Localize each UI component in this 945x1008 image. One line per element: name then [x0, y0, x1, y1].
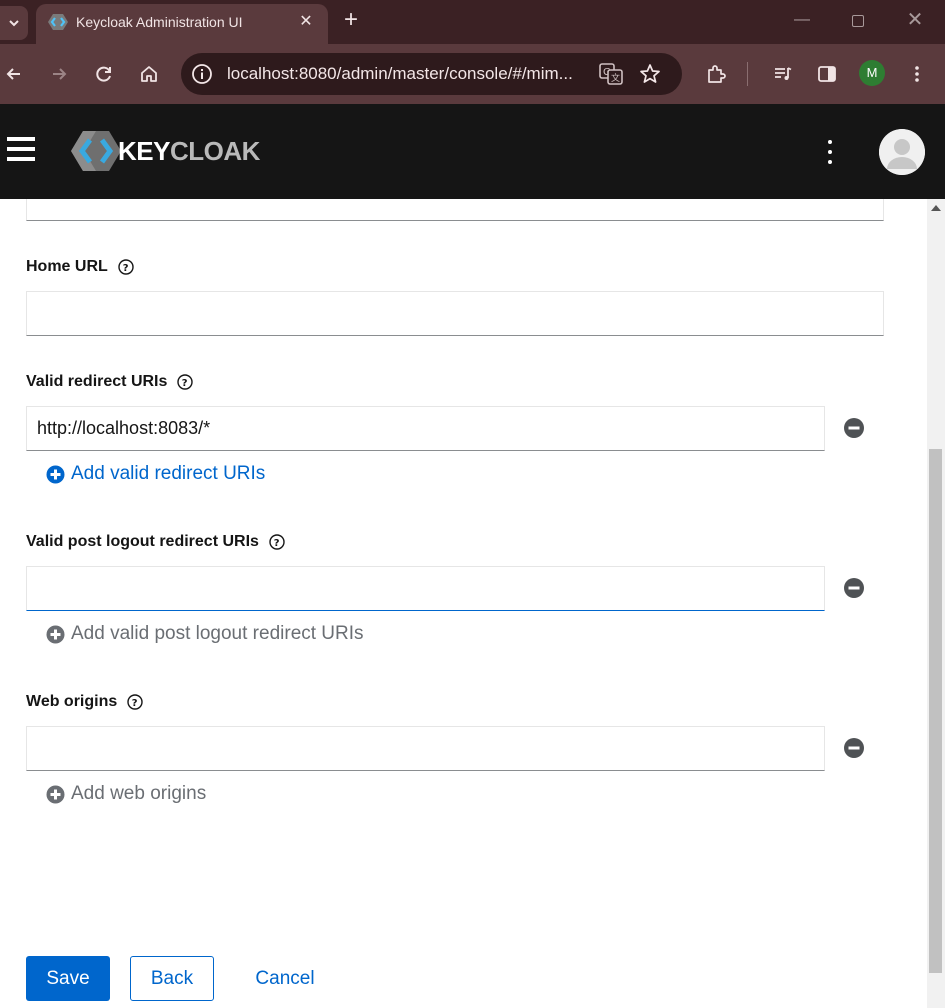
- extensions-button[interactable]: [702, 60, 730, 88]
- svg-text:?: ?: [123, 263, 129, 274]
- arrow-right-icon: [53, 68, 67, 80]
- svg-text:?: ?: [274, 538, 280, 549]
- new-tab-button[interactable]: +: [338, 8, 364, 34]
- browser-menu-button[interactable]: [903, 60, 931, 88]
- svg-text:?: ?: [182, 378, 188, 389]
- plus-circle-icon: [46, 785, 65, 803]
- previous-field-input[interactable]: [26, 199, 884, 221]
- keycloak-favicon-icon: [48, 14, 68, 30]
- svg-text:?: ?: [132, 698, 138, 709]
- arrow-left-icon: [6, 68, 20, 80]
- tab-search-button[interactable]: [0, 6, 28, 40]
- queue-music-icon: [775, 67, 792, 80]
- profile-avatar[interactable]: M: [859, 60, 885, 86]
- tab-close-icon[interactable]: ✕: [296, 12, 316, 32]
- forward-nav-button[interactable]: [45, 60, 73, 88]
- web-origin-input[interactable]: [26, 726, 825, 771]
- browser-toolbar: localhost:8080/admin/master/console/#/mi…: [0, 44, 945, 104]
- reload-button[interactable]: [90, 60, 118, 88]
- add-valid-redirect-uri-button[interactable]: Add valid redirect URIs: [46, 463, 265, 485]
- maximize-window-button[interactable]: [843, 8, 873, 34]
- keycloak-masthead: KEYCLOAK: [0, 104, 945, 199]
- minus-circle-icon[interactable]: [843, 737, 865, 759]
- tab-title: Keycloak Administration UI: [76, 14, 243, 30]
- home-icon: [141, 66, 157, 82]
- scroll-up-arrow-icon[interactable]: [931, 205, 941, 211]
- cancel-button[interactable]: Cancel: [240, 956, 330, 1001]
- media-controls-button[interactable]: [769, 60, 797, 88]
- home-url-label: Home URL ?: [26, 258, 134, 276]
- maximize-icon: [852, 15, 864, 27]
- minus-circle-icon[interactable]: [843, 577, 865, 599]
- scrollbar-thumb[interactable]: [929, 449, 942, 973]
- add-post-logout-redirect-uri-button[interactable]: Add valid post logout redirect URIs: [46, 623, 364, 645]
- add-web-origin-button[interactable]: Add web origins: [46, 783, 206, 805]
- valid-redirect-uri-input[interactable]: [26, 406, 825, 451]
- address-bar[interactable]: localhost:8080/admin/master/console/#/mi…: [181, 53, 682, 95]
- minus-circle-icon[interactable]: [843, 417, 865, 439]
- logo-key: KEY: [118, 136, 170, 166]
- help-icon[interactable]: ?: [127, 694, 143, 710]
- user-avatar[interactable]: [879, 129, 925, 175]
- minimize-window-button[interactable]: —: [787, 8, 817, 34]
- logo-cloak: CLOAK: [169, 136, 260, 166]
- hamburger-menu-icon[interactable]: [7, 137, 35, 163]
- back-button[interactable]: Back: [130, 956, 214, 1001]
- svg-text:文: 文: [611, 72, 620, 84]
- bookmark-star-icon[interactable]: [639, 63, 661, 85]
- keycloak-logo[interactable]: KEYCLOAK: [70, 128, 270, 174]
- side-panel-icon: [818, 66, 836, 82]
- help-icon[interactable]: ?: [269, 534, 285, 550]
- help-icon[interactable]: ?: [118, 259, 134, 275]
- home-url-input[interactable]: [26, 291, 884, 336]
- toolbar-divider: [747, 62, 748, 86]
- close-window-button[interactable]: ✕: [900, 8, 930, 34]
- kebab-menu-icon: [915, 66, 919, 82]
- side-panel-button[interactable]: [813, 60, 841, 88]
- browser-tab-strip: Keycloak Administration UI ✕ + — ✕: [0, 0, 945, 44]
- chevron-down-icon: [9, 20, 19, 27]
- puzzle-piece-icon: [708, 65, 726, 83]
- keycloak-wordmark: KEYCLOAK: [118, 136, 260, 167]
- site-info-icon[interactable]: [191, 63, 213, 85]
- web-origins-label: Web origins ?: [26, 693, 143, 711]
- save-button[interactable]: Save: [26, 956, 110, 1001]
- browser-tab[interactable]: Keycloak Administration UI ✕: [36, 4, 328, 44]
- url-text[interactable]: localhost:8080/admin/master/console/#/mi…: [227, 64, 599, 84]
- keycloak-hexagon-icon: [71, 131, 121, 171]
- header-kebab-menu-icon[interactable]: [822, 140, 838, 164]
- back-nav-button[interactable]: [0, 60, 28, 88]
- user-avatar-icon: [879, 129, 925, 175]
- post-logout-redirect-uris-label: Valid post logout redirect URIs ?: [26, 533, 285, 551]
- post-logout-redirect-uri-input[interactable]: [26, 566, 825, 611]
- client-settings-form: Home URL ? Valid redirect URIs ? Add val…: [0, 199, 927, 1008]
- translate-icon[interactable]: G文: [599, 63, 623, 85]
- plus-circle-icon: [46, 625, 65, 643]
- valid-redirect-uris-label: Valid redirect URIs ?: [26, 373, 194, 391]
- home-button[interactable]: [135, 60, 163, 88]
- help-icon[interactable]: ?: [177, 374, 194, 390]
- plus-circle-icon: [46, 465, 65, 483]
- page-scrollbar[interactable]: [927, 199, 945, 1008]
- reload-icon: [96, 66, 111, 82]
